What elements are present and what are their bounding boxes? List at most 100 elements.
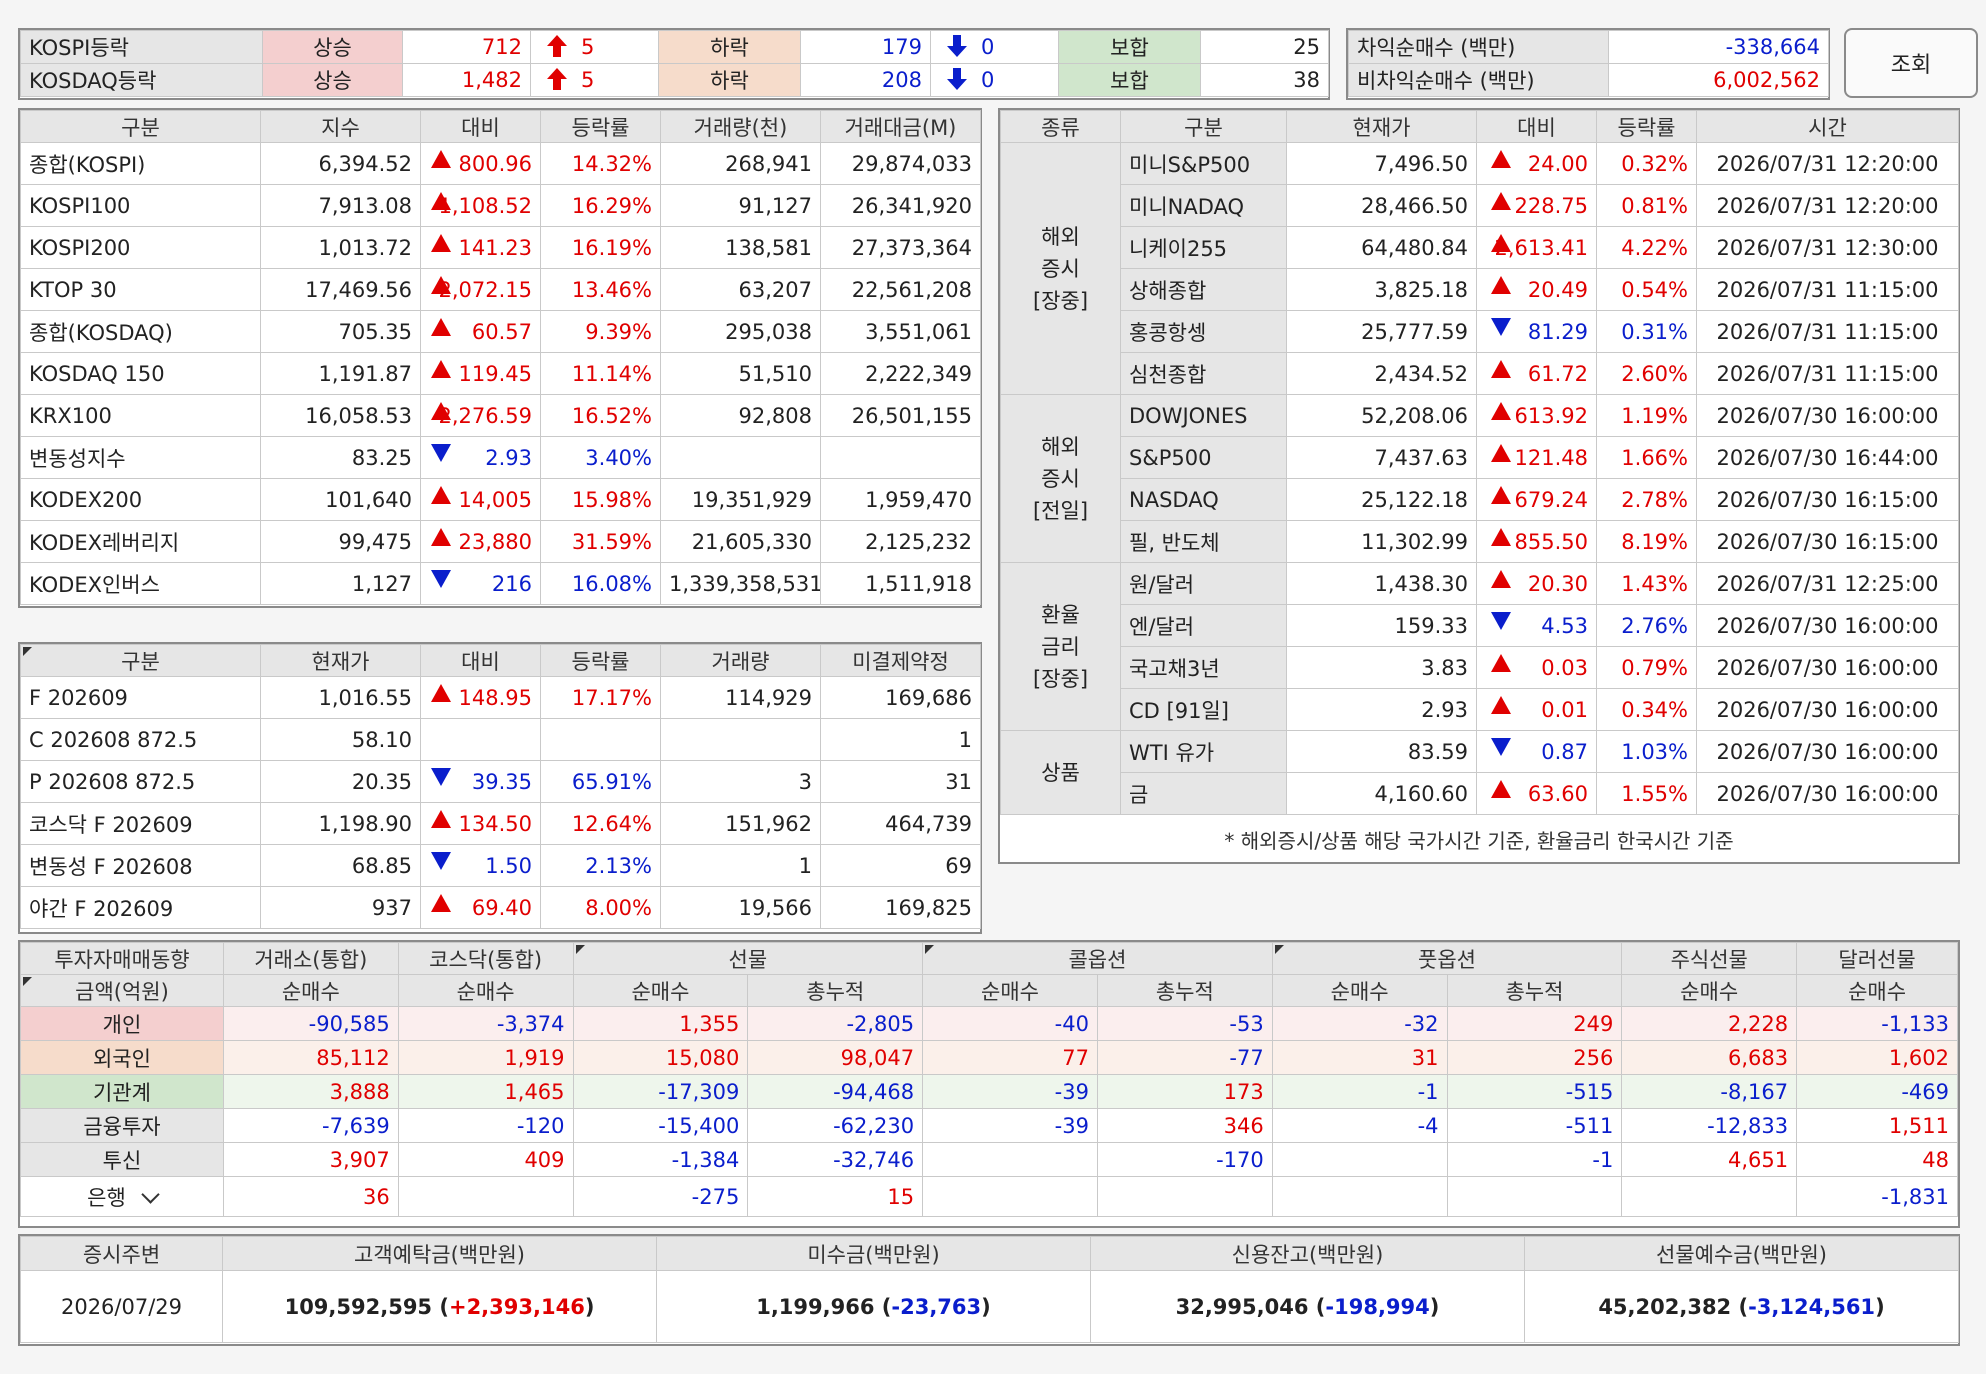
index-row[interactable]: KOSPI100 7,913.08 1,108.52 16.29% 91,127 26,3… [20, 184, 981, 227]
change-cell-value: 679.24 [1514, 487, 1588, 512]
amount-cell: 22,561,208 [820, 268, 981, 311]
non-arbitrage-value: 6,002,562 [1608, 63, 1829, 97]
world-price: 7,496.50 [1286, 142, 1477, 185]
world-row[interactable]: 해외 증시 [전일] DOWJONES 52,208.06 613.92 1.19% 2026… [1000, 394, 1959, 563]
futures-row[interactable]: C 202608 872.5 58.10 1 [20, 718, 981, 761]
amount-cell: 1,959,470 [820, 478, 981, 521]
world-row[interactable]: 미니NADAQ 28,466.50 228.75 0.81% 2026/07/31 12… [1001, 184, 1959, 227]
world-row[interactable]: 상해종합 3,825.18 20.49 0.54% 2026/07/31 11:15:0… [1001, 268, 1959, 311]
world-row[interactable]: 해외 증시 [장중] 미니S&P500 7,496.50 24.00 0.32% 2026/0… [1000, 142, 1959, 395]
investor-row[interactable]: 금융투자 -7,639 -120 -15,400 -62,230 -39 346 -4 -511… [20, 1108, 1958, 1143]
world-row[interactable]: 엔/달러 159.33 4.53 2.76% 2026/07/30 16:00:00 [1001, 604, 1959, 647]
world-header: 등락률 [1596, 110, 1697, 143]
investor-value: -469 [1796, 1074, 1958, 1109]
rate-cell: 13.46% [540, 268, 661, 311]
index-row[interactable]: KTOP 30 17,469.56 2,072.15 13.46% 63,207 22,5… [20, 268, 981, 311]
open-interest-cell: 169,825 [820, 886, 981, 929]
change-cell-value: 60.57 [471, 319, 532, 344]
futures-row[interactable]: F 202609 1,016.55 148.95 17.17% 114,929 169,6… [20, 676, 981, 719]
rate-cell: 3.40% [540, 436, 661, 479]
advance-row: KOSDAQ등락 상승 1,482 5 하락 208 0 보합 38 [20, 63, 1329, 97]
world-name: 국고채3년 [1120, 646, 1287, 689]
query-button[interactable]: 조회 [1844, 28, 1978, 98]
index-row[interactable]: KOSPI200 1,013.72 141.23 16.19% 138,581 27,37… [20, 226, 981, 269]
investor-value: 256 [1446, 1040, 1623, 1075]
investor-value: -511 [1446, 1108, 1623, 1143]
futures-row[interactable]: 코스닥 F 202609 1,198.90 134.50 12.64% 151,962 4… [20, 802, 981, 845]
investor-name-cell[interactable]: 은행 [20, 1176, 224, 1217]
index-row[interactable]: KODEX인버스 1,127 216 16.08% 1,339,358,531 1,511… [20, 562, 981, 605]
change-cell-value: 119.45 [458, 361, 532, 386]
change-cell-value: 1.50 [485, 853, 532, 878]
world-row[interactable]: 심천종합 2,434.52 61.72 2.60% 2026/07/31 11:15:0… [1001, 352, 1959, 395]
index-value: 101,640 [260, 478, 421, 521]
world-row[interactable]: 니케이255 64,480.84 2,613.41 4.22% 2026/07/31 1… [1001, 226, 1959, 269]
world-row[interactable]: 상품 WTI 유가 83.59 0.87 1.03% 2026/07/30 16:00:0… [1000, 730, 1959, 815]
investor-row[interactable]: 기관계 3,888 1,465 -17,309 -94,468 -39 173 -1 -515-… [20, 1074, 1958, 1109]
world-price: 25,122.18 [1286, 478, 1477, 521]
world-row[interactable]: S&P500 7,437.63 121.48 1.66% 2026/07/30 16:4… [1001, 436, 1959, 479]
up-triangle-icon [1491, 360, 1511, 378]
futures-row[interactable]: 야간 F 202609 937 69.40 8.00% 19,566 169,825 [20, 886, 981, 929]
world-row[interactable]: 국고채3년 3.83 0.03 0.79% 2026/07/30 16:00:00 [1001, 646, 1959, 689]
world-row[interactable]: 홍콩항셍 25,777.59 81.29 0.31% 2026/07/31 11:15:… [1001, 310, 1959, 353]
group-label-line: [장중] [1032, 288, 1089, 313]
world-price: 83.59 [1286, 730, 1477, 773]
world-row[interactable]: 금 4,160.60 63.60 1.55% 2026/07/30 16:00:00 [1001, 772, 1959, 815]
up-triangle-icon [1491, 276, 1511, 294]
index-row[interactable]: 종합(KOSPI) 6,394.52 800.96 14.32% 268,941 29,8… [20, 142, 981, 185]
investor-value: 77 [922, 1040, 1098, 1075]
world-time: 2026/07/30 16:00:00 [1696, 772, 1959, 815]
world-row[interactable]: NASDAQ 25,122.18 679.24 2.78% 2026/07/30 16:… [1001, 478, 1959, 521]
investor-top-header: 거래소(통합) [222, 942, 399, 975]
volume-cell: 268,941 [660, 142, 821, 185]
up-label: 상승 [262, 63, 403, 97]
world-group-label: 환율 금리 [장중] [1000, 562, 1121, 731]
index-row[interactable]: KOSDAQ 150 1,191.87 119.45 11.14% 51,510 2,22… [20, 352, 981, 395]
amount-cell: 3,551,061 [820, 310, 981, 353]
world-time: 2026/07/31 11:15:00 [1696, 310, 1959, 353]
chevron-down-icon[interactable] [141, 1184, 160, 1204]
volume-cell: 19,566 [660, 886, 821, 929]
index-row[interactable]: KRX100 16,058.53 2,276.59 16.52% 92,808 26,50… [20, 394, 981, 437]
futures-header: 대비 [420, 644, 541, 677]
rate-cell: 2.13% [540, 844, 661, 887]
futures-row[interactable]: P 202608 872.5 20.35 39.35 65.91% 3 31 [20, 760, 981, 803]
rate-cell: 16.29% [540, 184, 661, 227]
investor-trading-table: 투자자매매동향 거래소(통합) 코스닥(통합) 선물 콜옵션 풋옵션 주식선물 달러선물 금액(… [20, 942, 1958, 1217]
world-price: 159.33 [1286, 604, 1477, 647]
down-label: 하락 [658, 30, 801, 64]
change-cell: 121.48 [1476, 436, 1597, 479]
investor-row[interactable]: 외국인 85,112 1,919 15,080 98,047 77 -77 31 256 6,68… [20, 1040, 1958, 1075]
index-row[interactable]: 종합(KOSDAQ) 705.35 60.57 9.39% 295,038 3,551,0… [20, 310, 981, 353]
index-row[interactable]: KODEX레버리지 99,475 23,880 31.59% 21,605,330 2,1… [20, 520, 981, 563]
world-time: 2026/07/30 16:15:00 [1696, 520, 1959, 563]
investor-row[interactable]: 투신 3,907 409 -1,384 -32,746 -170 -1 4,651 48 [20, 1142, 1958, 1177]
world-row[interactable]: 환율 금리 [장중] 원/달러 1,438.30 20.30 1.43% 2026/07/31… [1000, 562, 1959, 731]
world-price: 11,302.99 [1286, 520, 1477, 563]
lower-limit-count: 0 [981, 68, 995, 92]
world-time: 2026/07/31 12:20:00 [1696, 184, 1959, 227]
change-cell: 69.40 [420, 886, 541, 929]
change-cell: 134.50 [420, 802, 541, 845]
investor-value: -32 [1271, 1006, 1448, 1041]
futures-row[interactable]: 변동성 F 202608 68.85 1.50 2.13% 1 69 [20, 844, 981, 887]
investor-name-cell: 금융투자 [20, 1108, 224, 1143]
index-row[interactable]: KODEX200 101,640 14,005 15.98% 19,351,929 1,9… [20, 478, 981, 521]
world-time: 2026/07/31 11:15:00 [1696, 352, 1959, 395]
funds-value: 109,592,595 [284, 1294, 433, 1319]
index-row[interactable]: 변동성지수 83.25 2.93 3.40% [20, 436, 981, 479]
world-row[interactable]: CD [91일] 2.93 0.01 0.34% 2026/07/30 16:00:00 [1001, 688, 1959, 731]
change-cell: 81.29 [1476, 310, 1597, 353]
investor-row[interactable]: 은행 36 -275 15 -1,831 [20, 1176, 1958, 1217]
investor-value: -1,384 [572, 1142, 749, 1177]
investor-row[interactable]: 개인 -90,585 -3,374 1,355 -2,805 -40 -53 -32 249 2,… [20, 1006, 1958, 1041]
world-row[interactable]: 필, 반도체 11,302.99 855.50 8.19% 2026/07/30 16:… [1001, 520, 1959, 563]
futures-header: 현재가 [260, 644, 421, 677]
index-name: KODEX레버리지 [20, 520, 261, 563]
world-name: 미니S&P500 [1120, 142, 1287, 185]
lower-limit-count: 0 [981, 35, 995, 59]
net-buy-header: 순매수 [922, 974, 1098, 1007]
up-count: 712 [402, 30, 531, 64]
world-time: 2026/07/31 11:15:00 [1696, 268, 1959, 311]
